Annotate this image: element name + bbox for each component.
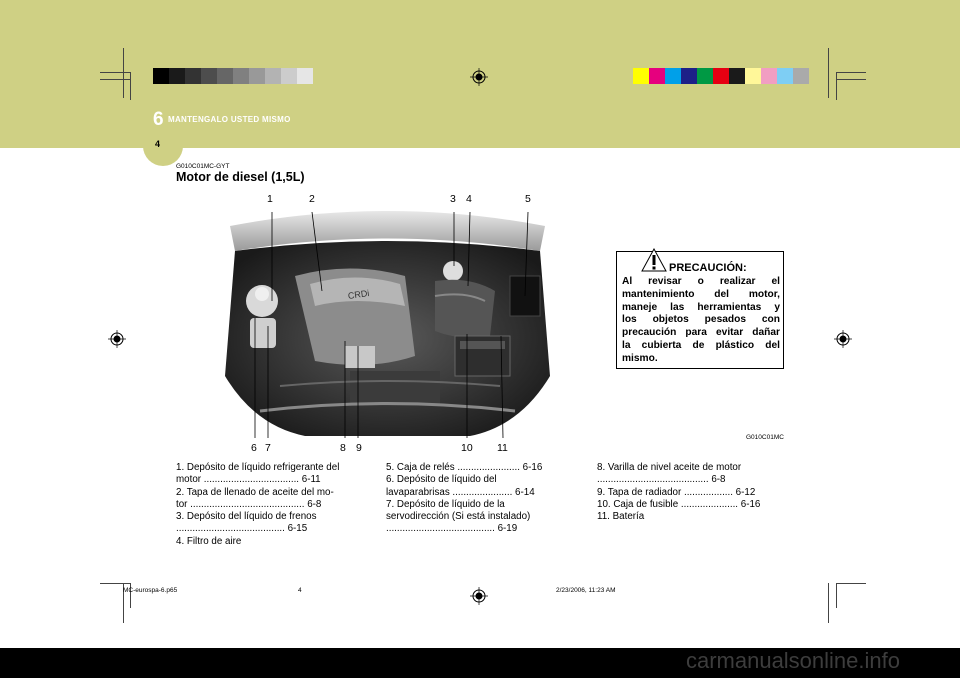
color-swatch — [265, 68, 281, 84]
registration-mark-icon — [834, 330, 852, 348]
color-swatch — [233, 68, 249, 84]
list-item: 3. Depósito del líquido de frenos — [176, 511, 317, 523]
registration-mark-icon — [470, 587, 488, 605]
callout-3: 3 — [450, 193, 456, 205]
callout-5: 5 — [525, 193, 531, 205]
list-item: tor ....................................… — [176, 498, 322, 510]
list-item: 8. Varilla de nivel aceite de motor — [597, 462, 742, 473]
color-swatch — [649, 68, 665, 84]
caution-line: Al revisar o realizar el — [622, 276, 780, 287]
crop-mark — [828, 48, 829, 98]
registration-mark-icon — [108, 330, 126, 348]
callout-6: 6 — [251, 442, 257, 454]
crop-mark — [836, 583, 866, 584]
crop-mark — [123, 48, 124, 98]
list-item: ........................................… — [386, 523, 518, 535]
callout-2: 2 — [309, 193, 315, 205]
engine-bay-photo: CRDi — [220, 206, 555, 438]
list-item: 9. Tapa de radiador .................. 6… — [597, 486, 756, 498]
crop-mark — [100, 79, 130, 80]
list-item: 4. Filtro de aire — [176, 535, 242, 547]
callout-1: 1 — [267, 193, 273, 205]
parts-list-column-3: 8. Varilla de nivel aceite de motor ....… — [597, 462, 760, 523]
color-swatch — [185, 68, 201, 84]
grayscale-color-bar — [153, 68, 313, 84]
color-swatch — [201, 68, 217, 84]
list-item: 10. Caja de fusible ....................… — [597, 498, 761, 510]
crop-mark — [100, 72, 130, 73]
parts-list-column-1: 1. Depósito de líquido refrigerante del … — [176, 462, 339, 548]
color-swatch — [793, 68, 809, 84]
section-title: Motor de diesel (1,5L) — [176, 170, 305, 184]
callout-8: 8 — [340, 442, 346, 454]
caution-line: mismo. — [622, 352, 658, 364]
color-swatch — [665, 68, 681, 84]
color-swatch — [217, 68, 233, 84]
list-item: 5. Caja de relés .......................… — [386, 462, 543, 473]
color-swatch — [633, 68, 649, 84]
list-item: motor ..................................… — [176, 474, 321, 486]
callout-4: 4 — [466, 193, 472, 205]
crop-mark — [100, 583, 130, 584]
warning-triangle-icon — [641, 248, 667, 272]
color-swatch — [777, 68, 793, 84]
figure-code: G010C01MC — [746, 434, 784, 441]
caution-line: maneje las herramientas y — [622, 301, 780, 313]
crop-mark — [836, 72, 837, 100]
parts-list-column-2: 5. Caja de relés .......................… — [386, 462, 542, 536]
page-tab — [143, 130, 183, 166]
page-number: 4 — [155, 139, 161, 149]
caution-line: la cubierta de plástico del — [622, 339, 780, 351]
footer-date: 2/23/2006, 11:23 AM — [556, 587, 616, 594]
color-swatch — [745, 68, 761, 84]
list-item: servodirección (Si está instalado) — [386, 511, 531, 523]
crop-mark — [836, 72, 866, 73]
chapter-title: MANTENGALO USTED MISMO — [168, 115, 291, 124]
list-item: ........................................… — [597, 474, 726, 486]
list-item: 1. Depósito de líquido refrigerante del — [176, 462, 340, 473]
color-swatch — [729, 68, 745, 84]
callout-10: 10 — [461, 442, 473, 454]
color-swatch — [281, 68, 297, 84]
chapter-number: 6 — [153, 109, 164, 130]
callout-9: 9 — [356, 442, 362, 454]
process-color-bar — [633, 68, 809, 84]
list-item: ........................................… — [176, 523, 308, 535]
caution-line: precaución para evitar dañar — [622, 327, 780, 339]
crop-mark — [836, 583, 837, 608]
color-swatch — [153, 68, 169, 84]
footer-filename: MC-eurospa-6.p65 — [123, 587, 178, 594]
manual-page: 6 MANTENGALO USTED MISMO 4 G010C01MC-GYT… — [0, 0, 960, 648]
caution-text: Al revisar o realizar el mantenimiento d… — [622, 276, 780, 366]
caution-title: PRECAUCIÓN: — [669, 262, 747, 274]
list-item: 2. Tapa de llenado de aceite del mo- — [176, 486, 334, 498]
caution-box: PRECAUCIÓN: Al revisar o realizar el man… — [616, 248, 784, 369]
color-swatch — [713, 68, 729, 84]
color-swatch — [169, 68, 185, 84]
section-code: G010C01MC-GYT — [176, 163, 230, 170]
color-swatch — [697, 68, 713, 84]
watermark-text: carmanualsonline.info — [685, 648, 900, 673]
list-item: 11. Batería — [597, 511, 645, 523]
color-swatch — [297, 68, 313, 84]
crop-mark — [836, 79, 866, 80]
color-swatch — [761, 68, 777, 84]
registration-mark-icon — [470, 68, 488, 86]
caution-line: los objetos pesados con — [622, 314, 780, 326]
footer-page: 4 — [298, 587, 302, 594]
color-swatch — [681, 68, 697, 84]
list-item: 7. Depósito de líquido de la — [386, 498, 505, 510]
caution-line: mantenimiento del motor, — [622, 288, 780, 300]
color-swatch — [249, 68, 265, 84]
callout-7: 7 — [265, 442, 271, 454]
list-item: 6. Depósito de líquido del — [386, 474, 497, 486]
crop-mark — [130, 72, 131, 100]
list-item: lavaparabrisas ...................... 6-… — [386, 486, 535, 498]
callout-11: 11 — [497, 442, 508, 454]
crop-mark — [828, 583, 829, 623]
